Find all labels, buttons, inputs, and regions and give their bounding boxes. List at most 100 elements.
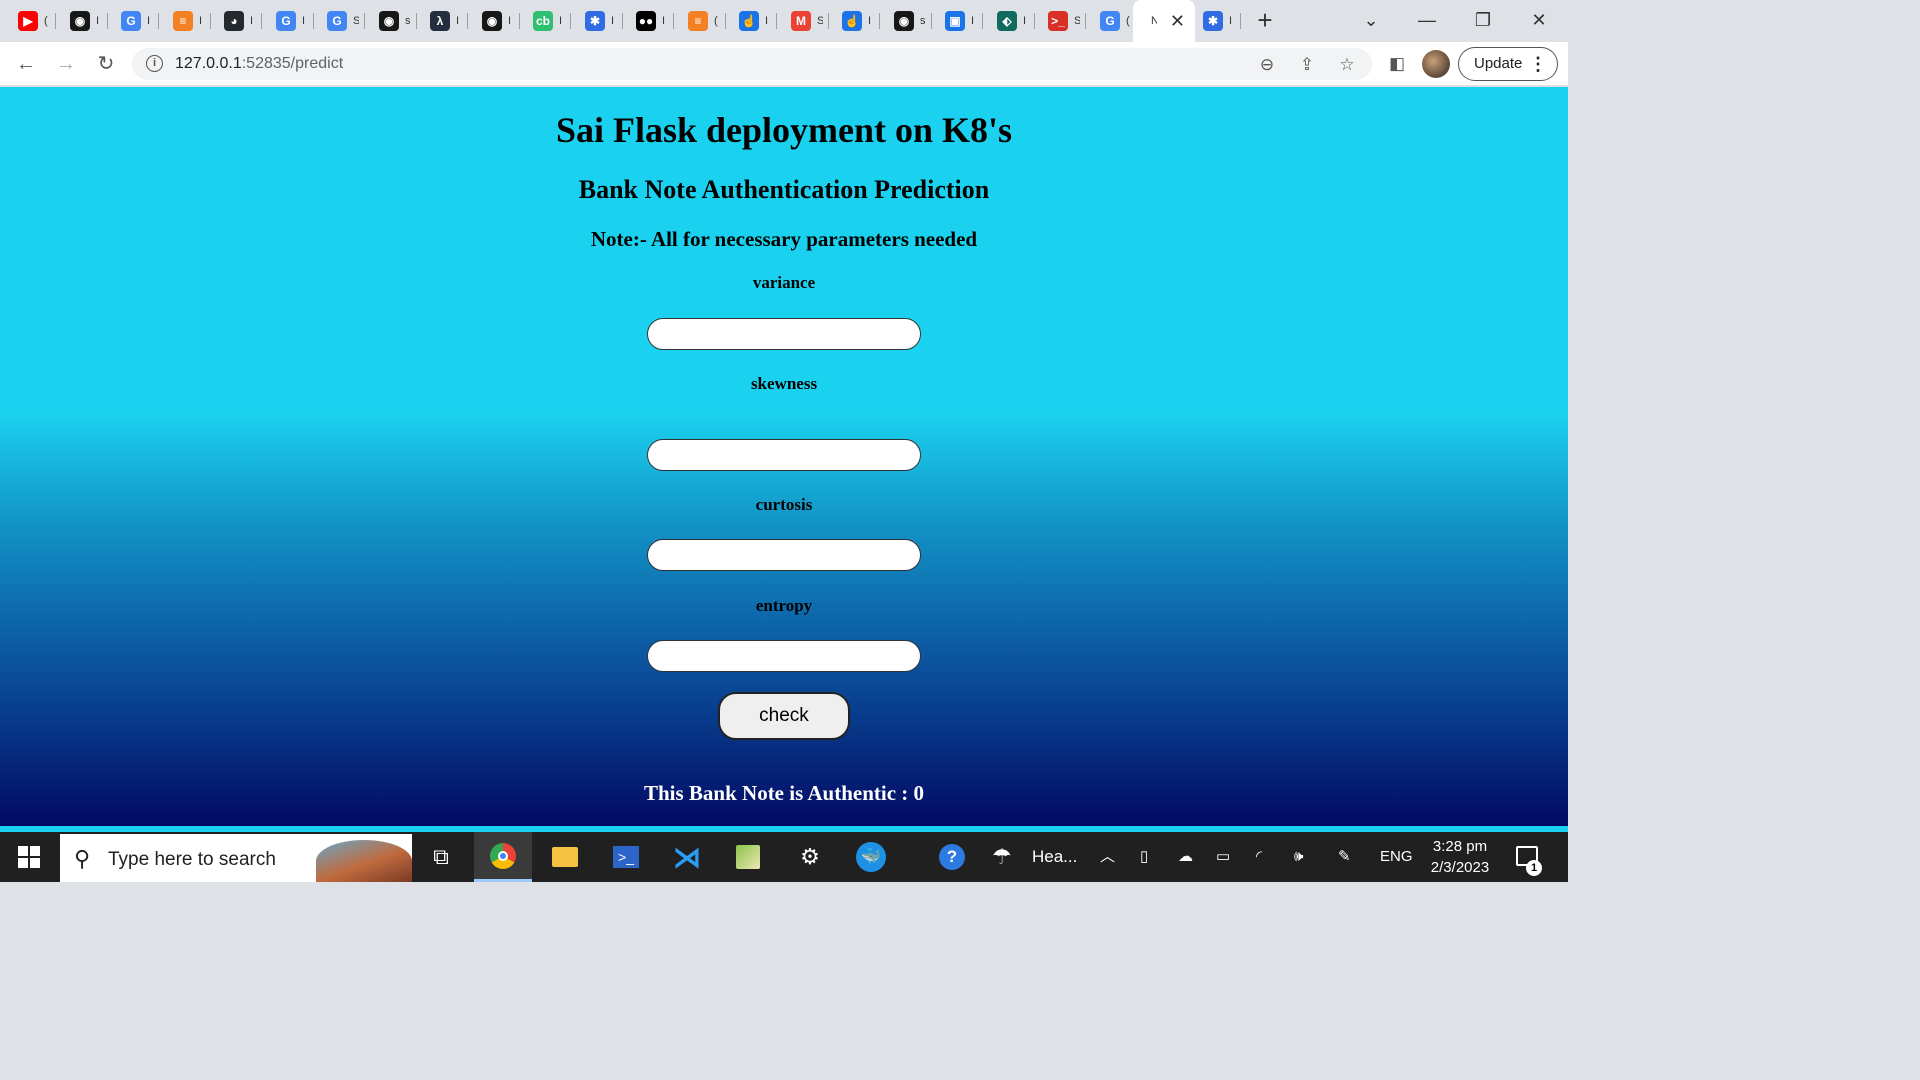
tab-title: N (1151, 15, 1157, 27)
screen-icon: ▣ (945, 11, 965, 31)
tab-separator (725, 13, 726, 29)
system-clock[interactable]: 3:28 pm 2/3/2023 (1418, 836, 1502, 878)
weather-label[interactable]: Hea... (1032, 832, 1077, 882)
address-bar[interactable]: i 127.0.0.1:52835/predict ⊖ ⇪ ☆ (132, 48, 1372, 80)
new-tab-button[interactable]: + (1252, 7, 1278, 34)
share-icon[interactable]: ⇪ (1296, 54, 1318, 76)
page-content: Sai Flask deployment on K8's Bank Note A… (0, 87, 1568, 826)
browser-tab[interactable]: ◕ I (212, 0, 262, 42)
browser-tab[interactable]: ☝ I (727, 0, 777, 42)
tab-separator (467, 13, 468, 29)
bookmark-star-icon[interactable]: ☆ (1336, 54, 1358, 76)
browser-tab[interactable]: ●● I (624, 0, 674, 42)
pen-icon[interactable]: ✎ (1338, 832, 1351, 882)
side-panel-icon[interactable]: ◧ (1386, 53, 1408, 75)
tab-separator (570, 13, 571, 29)
tab-title: I (1229, 15, 1233, 27)
docker-icon[interactable]: 🐳 (842, 832, 900, 882)
browser-tab[interactable]: ◉ I (58, 0, 108, 42)
url-text[interactable]: 127.0.0.1:52835/predict (175, 55, 343, 73)
close-window-button[interactable]: ✕ (1524, 6, 1554, 34)
curtosis-input[interactable] (647, 539, 921, 571)
tab-separator (622, 13, 623, 29)
minimize-button[interactable]: — (1412, 6, 1442, 34)
powershell-icon[interactable]: >_ (597, 832, 655, 882)
tab-separator (673, 13, 674, 29)
tab-separator (313, 13, 314, 29)
weather-umbrella-icon[interactable]: ☂ (992, 832, 1012, 882)
tab-title: ( (44, 15, 48, 27)
site-info-icon[interactable]: i (146, 55, 163, 72)
youtube-icon: ▶ (18, 11, 38, 31)
page-title: Sai Flask deployment on K8's (555, 110, 1013, 150)
tab-separator (879, 13, 880, 29)
tab-search-chevron-icon[interactable]: ⌄ (1356, 6, 1386, 34)
task-view-icon[interactable]: ⧉ (412, 832, 470, 882)
browser-tab[interactable]: λI (418, 0, 468, 42)
skewness-input[interactable] (647, 439, 921, 471)
browser-tab[interactable]: GI (264, 0, 314, 42)
chrome-taskbar-icon[interactable] (474, 832, 532, 882)
battery-icon[interactable]: ▭ (1216, 832, 1230, 882)
device-icon[interactable]: ▯ (1140, 832, 1148, 882)
profile-avatar[interactable] (1422, 50, 1450, 78)
browser-tab[interactable]: ◉ s (882, 0, 932, 42)
browser-tab[interactable]: GS (315, 0, 365, 42)
tab-title: I (971, 15, 975, 27)
volume-icon[interactable]: 🕪 (1294, 832, 1303, 882)
browser-tab[interactable]: >_ S (1036, 0, 1086, 42)
browser-tab[interactable]: GI (109, 0, 159, 42)
settings-gear-icon[interactable]: ⚙ (781, 832, 839, 882)
terminal-icon: >_ (1048, 11, 1068, 31)
browser-tab[interactable]: ◉ s (367, 0, 417, 42)
variance-input[interactable] (647, 318, 921, 350)
back-arrow-icon[interactable]: ← (12, 50, 40, 78)
tab-title: ( (1126, 15, 1130, 27)
notepad-app-icon[interactable] (719, 832, 777, 882)
wifi-icon[interactable]: ◜ (1256, 832, 1262, 882)
aws-lambda-icon: λ (430, 11, 450, 31)
update-button[interactable]: Update ⋮ (1458, 47, 1558, 81)
language-indicator[interactable]: ENG (1380, 832, 1413, 882)
browser-tab[interactable]: ▶( (6, 0, 56, 42)
browser-tab[interactable]: ✱ I (573, 0, 623, 42)
tab-separator (210, 13, 211, 29)
menu-dots-icon[interactable]: ⋮ (1529, 48, 1547, 80)
tab-separator (55, 13, 56, 29)
restore-button[interactable]: ❐ (1468, 6, 1498, 34)
browser-tab[interactable]: ☝ I (830, 0, 880, 42)
forward-arrow-icon[interactable]: → (52, 50, 80, 78)
page-note: Note:- All for necessary parameters need… (590, 227, 978, 251)
windows-start-icon[interactable] (18, 846, 40, 868)
taskbar-search-box[interactable]: ⚲ Type here to search (60, 834, 412, 882)
file-explorer-icon[interactable] (536, 832, 594, 882)
browser-tab[interactable]: G( (1088, 0, 1138, 42)
entropy-input[interactable] (647, 640, 921, 672)
reload-icon[interactable]: ↻ (92, 50, 120, 78)
tab-separator (931, 13, 932, 29)
onedrive-cloud-icon[interactable]: ☁ (1178, 832, 1193, 882)
browser-tab[interactable]: N ✕ (1133, 0, 1195, 42)
help-icon[interactable]: ? (923, 832, 981, 882)
google-icon: G (276, 11, 296, 31)
octocat-icon: ◕ (224, 11, 244, 31)
browser-tab[interactable]: ≡( (676, 0, 726, 42)
close-tab-icon[interactable]: ✕ (1170, 11, 1185, 31)
browser-tab[interactable]: ✱ I (1191, 0, 1241, 42)
tab-title: s (405, 15, 411, 27)
vscode-icon[interactable]: ⋊ (658, 832, 716, 882)
google-icon: G (327, 11, 347, 31)
browser-tab[interactable]: ⬖ I (985, 0, 1035, 42)
browser-tab[interactable]: MS (779, 0, 829, 42)
browser-tab[interactable]: ◉ I (470, 0, 520, 42)
tab-title: I (868, 15, 872, 27)
curtosis-label: curtosis (755, 495, 813, 514)
check-button[interactable]: check (718, 692, 850, 740)
browser-tab[interactable]: cb I (521, 0, 571, 42)
browser-tab[interactable]: ▣ I (933, 0, 983, 42)
pin-icon: ⬖ (997, 11, 1017, 31)
show-hidden-icons-chevron-icon[interactable]: ︿ (1100, 832, 1115, 882)
page-subtitle: Bank Note Authentication Prediction (578, 175, 990, 204)
zoom-out-icon[interactable]: ⊖ (1256, 54, 1278, 76)
browser-tab[interactable]: ≡ I (161, 0, 211, 42)
